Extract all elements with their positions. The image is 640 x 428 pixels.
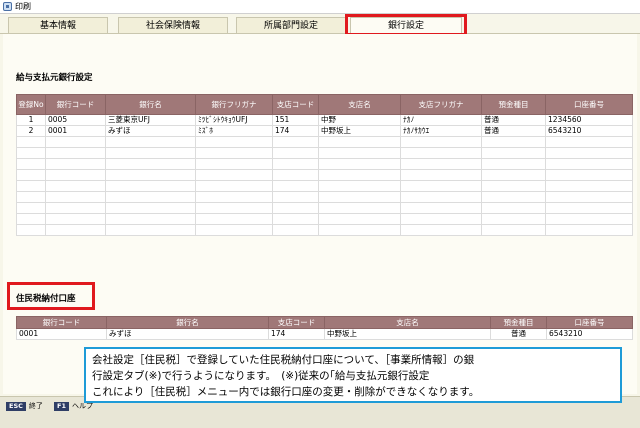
col-header[interactable]: 銀行コード [45, 94, 106, 115]
cell: 0001 [16, 328, 107, 340]
section-highlight-box [7, 282, 95, 310]
col-header[interactable]: 口座番号 [546, 316, 633, 329]
key-label: 終了 [28, 402, 43, 410]
key-cap: ESC [6, 401, 26, 411]
cell: 三菱東京UFJ [105, 114, 196, 126]
empty-row[interactable] [16, 147, 633, 159]
table-row[interactable]: 0001 みずほ 174 中野坂上 普通 6543210 [16, 328, 633, 340]
tab-highlight-box [345, 14, 467, 36]
cell: 普通 [490, 328, 547, 340]
cell: 中野 [318, 114, 401, 126]
cell: みずほ [106, 328, 269, 340]
print-app-icon [3, 2, 12, 11]
empty-row[interactable] [16, 158, 633, 170]
explanation-note: 会社設定［住民税］で登録していた住民税納付口座について、［事業所情報］の銀 行設… [84, 347, 622, 403]
cell: 6543210 [545, 125, 633, 137]
cell: ﾅｶﾉ [400, 114, 482, 126]
window-title: 印刷 [15, 1, 31, 11]
col-header-label: 登録No [18, 100, 44, 109]
window-titlebar: 印刷 [0, 0, 640, 14]
col-header[interactable]: 支店名 [318, 94, 401, 115]
cell: 2 [16, 125, 46, 137]
col-header[interactable]: 支店コード [272, 94, 319, 115]
col-header[interactable]: 銀行コード [16, 316, 107, 329]
col-header[interactable]: 口座番号 [545, 94, 633, 115]
cell: 普通 [481, 125, 546, 137]
cell: 0001 [45, 125, 106, 137]
tab-basic-info[interactable]: 基本情報 [8, 17, 108, 33]
col-header[interactable]: 支店フリガナ [400, 94, 482, 115]
tab-label: 基本情報 [39, 21, 76, 31]
empty-row[interactable] [16, 202, 633, 214]
col-header[interactable]: 登録No [16, 94, 46, 115]
col-header[interactable]: 預金種目 [481, 94, 546, 115]
cell: みずほ [105, 125, 196, 137]
esc-key-button[interactable]: ESC 終了 [6, 401, 43, 411]
col-header[interactable]: 銀行名 [106, 316, 269, 329]
resident-tax-table: 銀行コード 銀行名 支店コード 支店名 預金種目 口座番号 0001 みずほ 1… [16, 316, 633, 340]
table-row[interactable]: 2 0001 みずほ ﾐｽﾞﾎ 174 中野坂上 ﾅｶﾉｻｶｳｴ 普通 6543… [16, 125, 633, 137]
note-line: 会社設定［住民税］で登録していた住民税納付口座について、［事業所情報］の銀 [92, 354, 475, 366]
empty-row[interactable] [16, 213, 633, 225]
cell: 1234560 [545, 114, 633, 126]
empty-row[interactable] [16, 180, 633, 192]
tab-social-insurance[interactable]: 社会保険情報 [118, 17, 228, 33]
payroll-bank-section-title: 給与支払元銀行設定 [16, 73, 93, 83]
col-header[interactable]: 銀行名 [105, 94, 196, 115]
cell: ﾐｽﾞﾎ [195, 125, 273, 137]
col-header[interactable]: 銀行フリガナ [195, 94, 273, 115]
empty-row[interactable] [16, 169, 633, 181]
table-header-row: 銀行コード 銀行名 支店コード 支店名 預金種目 口座番号 [16, 316, 633, 329]
cell: ﾐﾂﾋﾞｼﾄｳｷｮｳUFJ [195, 114, 273, 126]
payroll-bank-table: 登録No 銀行コード 銀行名 銀行フリガナ 支店コード 支店名 支店フリガナ 預… [16, 94, 633, 236]
table-row[interactable]: 1 0005 三菱東京UFJ ﾐﾂﾋﾞｼﾄｳｷｮｳUFJ 151 中野 ﾅｶﾉ … [16, 114, 633, 126]
table-header-row: 登録No 銀行コード 銀行名 銀行フリガナ 支店コード 支店名 支店フリガナ 預… [16, 94, 633, 115]
tab-label: 社会保険情報 [145, 21, 200, 31]
cell: ﾅｶﾉｻｶｳｴ [400, 125, 482, 137]
empty-row[interactable] [16, 191, 633, 203]
col-header[interactable]: 預金種目 [490, 316, 547, 329]
cell: 中野坂上 [324, 328, 491, 340]
note-line: 行設定タブ(※)で行うようになります。 (※)従来の｢給与支払元銀行設定 [92, 370, 430, 382]
col-header[interactable]: 支店コード [268, 316, 325, 329]
cell: 普通 [481, 114, 546, 126]
empty-row[interactable] [16, 224, 633, 236]
key-cap: F1 [54, 401, 69, 411]
cell: 0005 [45, 114, 106, 126]
empty-row[interactable] [16, 136, 633, 148]
tab-label: 所属部門設定 [263, 21, 318, 31]
tab-bar: 基本情報 社会保険情報 所属部門設定 銀行設定 [0, 14, 640, 34]
cell: 174 [268, 328, 325, 340]
cell: 6543210 [546, 328, 633, 340]
col-header[interactable]: 支店名 [324, 316, 491, 329]
cell: 151 [272, 114, 319, 126]
cell: 174 [272, 125, 319, 137]
cell: 1 [16, 114, 46, 126]
cell: 中野坂上 [318, 125, 401, 137]
note-line: これにより［住民税］メニュー内では銀行口座の変更・削除ができなくなります。 [92, 386, 480, 398]
tab-department[interactable]: 所属部門設定 [236, 17, 346, 33]
